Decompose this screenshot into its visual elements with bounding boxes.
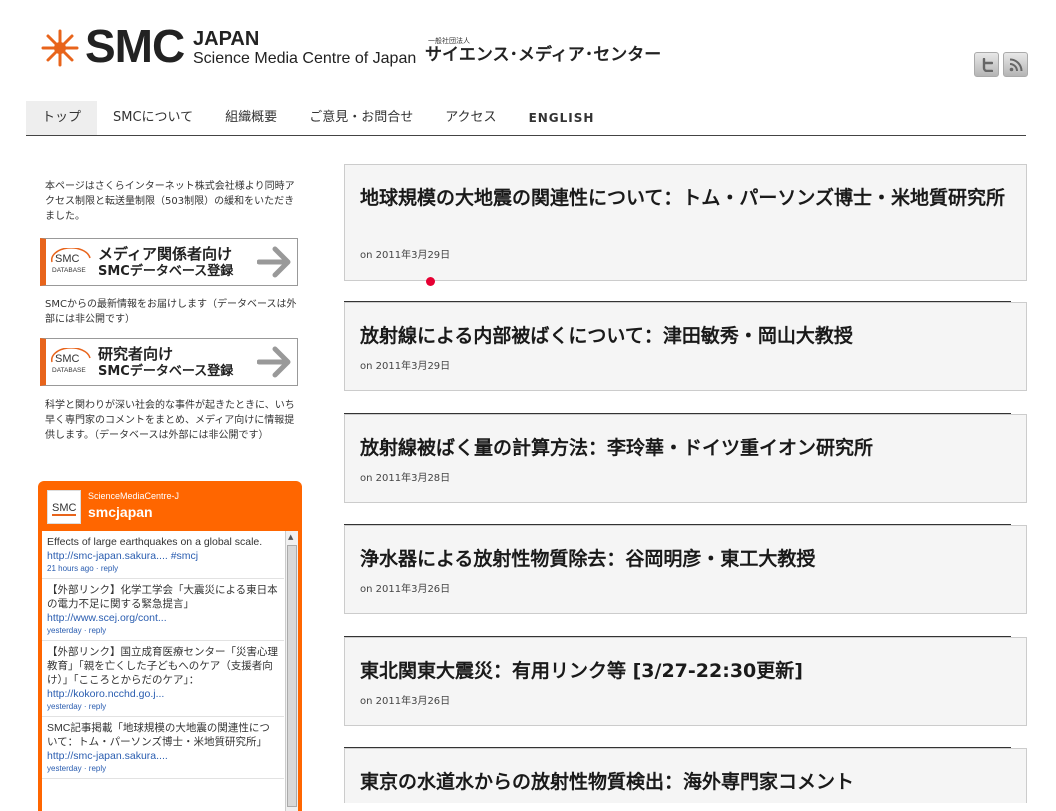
post-item[interactable]: 地球規模の大地震の関連性について：トム・パーソンズ博士・米地質研究所 on 20… [344, 164, 1027, 281]
twitter-button[interactable] [974, 52, 999, 77]
twitter-widget: SMC ScienceMediaCentre-J smcjapan Effect… [38, 481, 302, 811]
post-item[interactable]: 放射線による内部被ばくについて：津田敏秀・岡山大教授 on 2011年3月29日 [344, 302, 1027, 391]
nav-item-organization[interactable]: 組織概要 [209, 101, 293, 135]
tweet-text: Effects of large earthquakes on a global… [47, 536, 263, 548]
tweet-item: Effects of large earthquakes on a global… [42, 531, 284, 579]
smc-avatar-icon: SMC [52, 502, 77, 516]
post-item[interactable]: 浄水器による放射性物質除去：谷岡明彦・東工大教授 on 2011年3月26日 [344, 525, 1027, 614]
post-date: on 2011年3月28日 [360, 473, 451, 484]
smc-database-icon: SMC DATABASE [50, 348, 91, 374]
research-description: 科学と関わりが深い社会的な事件が起きたときに、いち早く専門家のコメントをまとめ、… [45, 400, 295, 441]
post-title[interactable]: 浄水器による放射性物質除去：谷岡明彦・東工大教授 [360, 545, 1015, 573]
post-date: on 2011年3月26日 [360, 584, 451, 595]
logo-smc[interactable]: SMC [85, 18, 185, 74]
banner-media-line1: メディア関係者向け [98, 245, 232, 263]
logo-jp-name: サイエンス･メディア･センター [425, 45, 662, 65]
post-title[interactable]: 地球規模の大地震の関連性について：トム・パーソンズ博士・米地質研究所 [360, 184, 1015, 212]
tweet-item: 【外部リンク】国立成育医療センター「災害心理教育」「親を亡くした子どもへのケア（… [42, 641, 284, 717]
post-title[interactable]: 東京の水道水からの放射性物質検出：海外専門家コメント [360, 768, 1015, 796]
smc-database-icon: SMC DATABASE [50, 248, 91, 274]
tweet-meta[interactable]: yesterday · reply [47, 763, 280, 774]
post-item[interactable]: 放射線被ばく量の計算方法：李玲華・ドイツ重イオン研究所 on 2011年3月28… [344, 414, 1027, 503]
tweet-text: 【外部リンク】化学工学会「大震災による東日本の電力不足に関する緊急提言」 [47, 584, 278, 610]
nav-item-access[interactable]: アクセス [429, 101, 512, 135]
twitter-account-sub[interactable]: ScienceMediaCentre-J [88, 491, 179, 501]
twitter-scrollbar[interactable]: ▲ [285, 531, 298, 811]
tweet-item: 【外部リンク】化学工学会「大震災による東日本の電力不足に関する緊急提言」 http… [42, 579, 284, 641]
twitter-timeline[interactable]: Effects of large earthquakes on a global… [42, 531, 298, 811]
tweet-link[interactable]: http://smc-japan.sakura.... [47, 750, 168, 762]
tweet-meta[interactable]: yesterday · reply [47, 701, 280, 712]
scrollbar-thumb[interactable] [287, 545, 297, 807]
twitter-avatar-label: SMC [52, 502, 77, 514]
tweet-link[interactable]: http://kokoro.ncchd.go.j... [47, 688, 164, 700]
smc-logo-star-icon[interactable] [40, 28, 80, 68]
nav-item-english[interactable]: ENGLISH [513, 101, 611, 135]
banner-research-line2: SMCデータベース登録 [98, 364, 234, 379]
logo-full-name: Science Media Centre of Japan [193, 50, 417, 67]
red-dot-marker [426, 277, 435, 286]
twitter-account-name[interactable]: smcjapan [88, 504, 153, 520]
tweet-item: SMC記事掲載「地球規模の大地震の関連性について：トム・パーソンズ博士・米地質研… [42, 717, 284, 779]
banner-logo-bottom: DATABASE [52, 367, 86, 374]
rss-button[interactable] [1003, 52, 1028, 77]
tweet-meta[interactable]: 21 hours ago · reply [47, 563, 280, 574]
twitter-avatar[interactable]: SMC [47, 490, 81, 524]
post-item[interactable]: 東北関東大震災：有用リンク等 [3/27-22:30更新] on 2011年3月… [344, 637, 1027, 726]
banner-media-line2: SMCデータベース登録 [98, 264, 234, 279]
media-description: SMCからの最新情報をお届けします（データベースは外部には非公開です） [45, 299, 297, 325]
tweet-meta[interactable]: yesterday · reply [47, 625, 280, 636]
post-date: on 2011年3月29日 [360, 361, 451, 372]
nav-item-contact[interactable]: ご意見・お問合せ [293, 101, 429, 135]
post-title[interactable]: 放射線被ばく量の計算方法：李玲華・ドイツ重イオン研究所 [360, 434, 1015, 462]
nav-item-about[interactable]: SMCについて [97, 101, 209, 135]
arrow-right-icon [257, 246, 291, 278]
nav-item-top[interactable]: トップ [26, 101, 98, 135]
post-date: on 2011年3月29日 [360, 250, 451, 261]
rss-icon [1009, 58, 1022, 71]
tweet-link[interactable]: http://smc-japan.sakura.... #smcj [47, 550, 198, 562]
researcher-registration-banner[interactable]: SMC DATABASE 研究者向け SMCデータベース登録 [40, 338, 298, 386]
scroll-up-icon[interactable]: ▲ [288, 533, 293, 541]
post-title[interactable]: 放射線による内部被ばくについて：津田敏秀・岡山大教授 [360, 322, 1015, 350]
banner-research-line1: 研究者向け [98, 345, 174, 363]
post-title[interactable]: 東北関東大震災：有用リンク等 [3/27-22:30更新] [360, 657, 1015, 685]
post-item[interactable]: 東京の水道水からの放射性物質検出：海外専門家コメント [344, 748, 1027, 803]
post-date: on 2011年3月26日 [360, 696, 451, 707]
twitter-icon [982, 57, 993, 72]
tweet-text: 【外部リンク】国立成育医療センター「災害心理教育」「親を亡くした子どもへのケア（… [47, 646, 278, 686]
main-nav: トップ SMCについて 組織概要 ご意見・お問合せ アクセス ENGLISH [26, 101, 1026, 136]
sidebar-notice: 本ページはさくらインターネット株式会社様より同時アクセス制限と転送量制限（503… [45, 181, 295, 222]
tweet-text: SMC記事掲載「地球規模の大地震の関連性について：トム・パーソンズ博士・米地質研… [47, 722, 270, 748]
tweet-link[interactable]: http://www.scej.org/cont... [47, 612, 167, 624]
banner-logo-top: SMC [55, 353, 80, 365]
media-registration-banner[interactable]: SMC DATABASE メディア関係者向け SMCデータベース登録 [40, 238, 298, 286]
banner-logo-bottom: DATABASE [52, 267, 86, 274]
logo-japan: JAPAN [193, 28, 260, 50]
arrow-right-icon [257, 346, 291, 378]
banner-logo-top: SMC [55, 253, 80, 265]
